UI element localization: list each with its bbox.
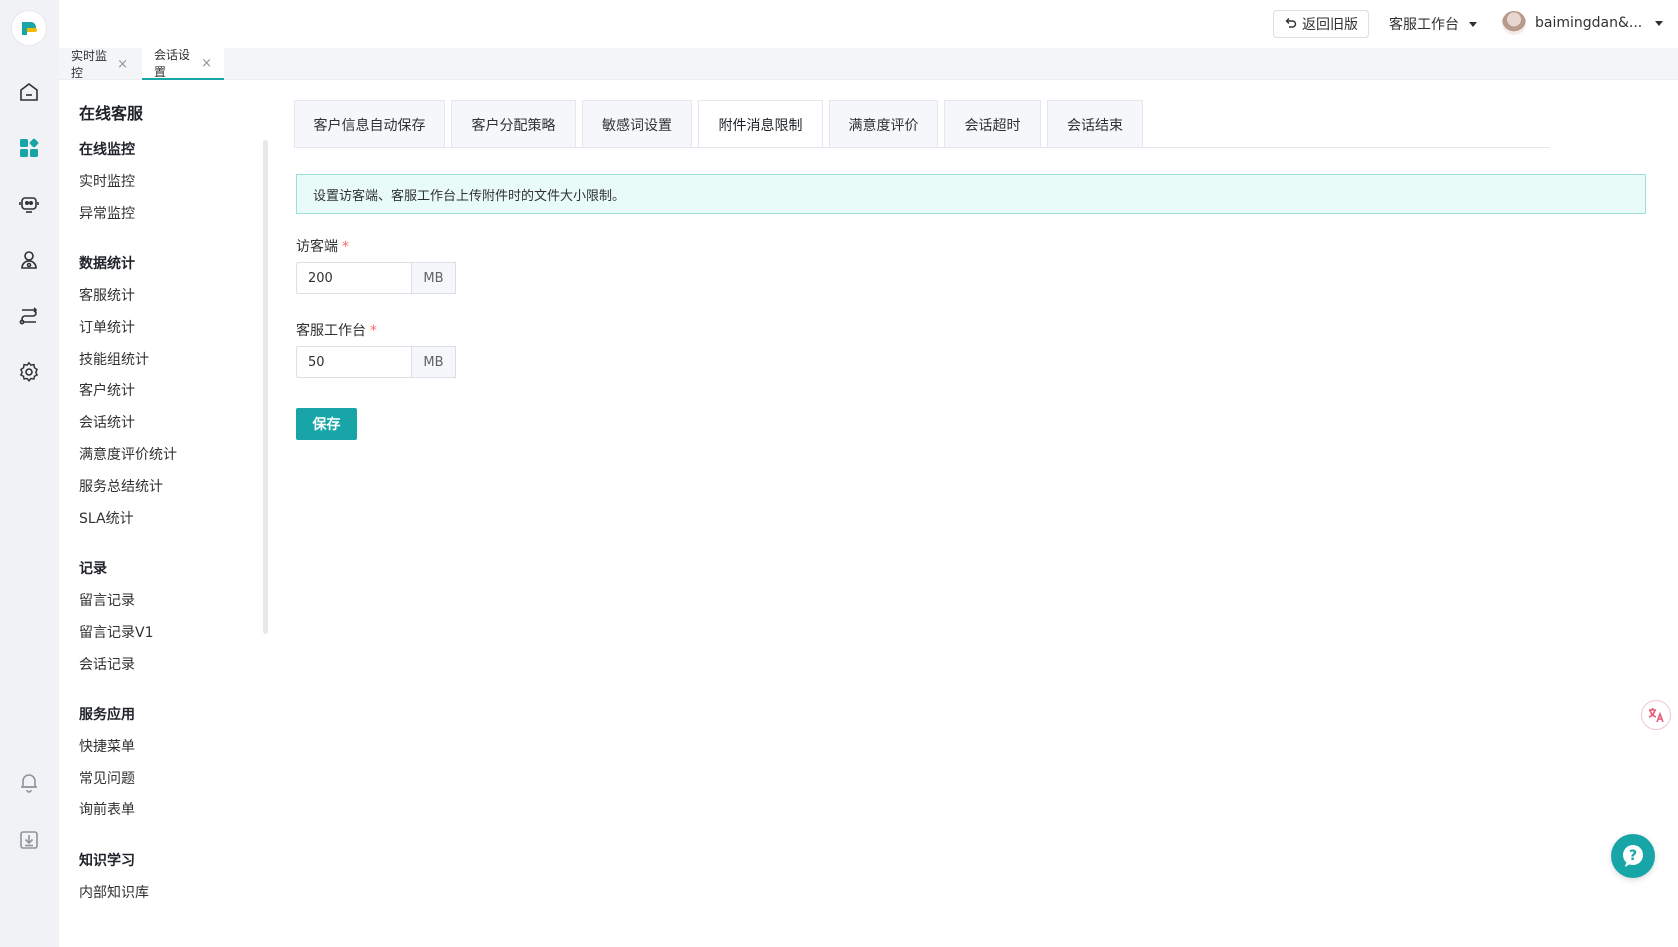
main-panel: 客户信息自动保存 客户分配策略 敏感词设置 附件消息限制 满意度评价 会话超时 … (269, 80, 1678, 947)
page-tab-realtime-monitor[interactable]: 实时监控 × (59, 48, 140, 80)
info-notice: 设置访客端、客服工作台上传附件时的文件大小限制。 (296, 174, 1646, 214)
page-tabs-bar: 实时监控 × 会话设置 × (59, 48, 1678, 80)
user-group-icon[interactable] (17, 248, 41, 272)
user-menu[interactable]: baimingdan&... (1502, 11, 1664, 35)
sidebar-item-pre-chat-form[interactable]: 询前表单 (79, 799, 135, 819)
tab-session-timeout[interactable]: 会话超时 (944, 100, 1041, 148)
sidebar-item-realtime-monitor[interactable]: 实时监控 (79, 171, 135, 191)
chevron-down-icon (1469, 21, 1477, 27)
sidebar-item-exception-monitor[interactable]: 异常监控 (79, 203, 135, 223)
page-tab-label: 实时监控 (71, 49, 108, 80)
tab-attachment-limit[interactable]: 附件消息限制 (698, 100, 823, 148)
agent-workbench-label-text: 客服工作台 (296, 323, 366, 339)
sidebar-item-internal-kb[interactable]: 内部知识库 (79, 882, 149, 902)
sidebar-item-message-records-v1[interactable]: 留言记录V1 (79, 622, 153, 642)
required-mark: * (370, 323, 377, 339)
dashboard-grid-icon[interactable] (17, 136, 41, 160)
left-rail (0, 0, 59, 947)
tabs-divider (296, 147, 1550, 148)
sub-sidebar: 在线客服 在线监控 实时监控 异常监控 数据统计 客服统计 订单统计 技能组统计… (59, 80, 269, 947)
tab-customer-assignment[interactable]: 客户分配策略 (451, 100, 576, 148)
sidebar-item-quick-menu[interactable]: 快捷菜单 (79, 736, 135, 756)
workbench-label: 客服工作台 (1389, 17, 1459, 33)
avatar (1502, 11, 1526, 35)
tab-customer-info-autosave[interactable]: 客户信息自动保存 (294, 100, 445, 148)
visitor-label-text: 访客端 (296, 239, 338, 255)
agent-size-input[interactable] (296, 346, 411, 378)
tab-satisfaction-rating[interactable]: 满意度评价 (829, 100, 938, 148)
back-to-old-version-label: 返回旧版 (1302, 17, 1358, 33)
robot-icon[interactable] (17, 192, 41, 216)
sidebar-title: 在线客服 (79, 104, 144, 123)
sidebar-group-service-apps: 服务应用 (79, 707, 135, 723)
sidebar-group-knowledge: 知识学习 (79, 853, 135, 869)
sidebar-item-satisfaction-stats[interactable]: 满意度评价统计 (79, 444, 177, 464)
help-question-icon[interactable]: ? (1611, 834, 1655, 878)
chevron-down-icon (1655, 20, 1664, 26)
page-tab-session-settings[interactable]: 会话设置 × (142, 48, 224, 80)
sidebar-group-online-monitor: 在线监控 (79, 142, 135, 158)
sidebar-item-skill-group-stats[interactable]: 技能组统计 (79, 349, 149, 369)
svg-text:?: ? (1629, 848, 1637, 864)
sidebar-item-message-records[interactable]: 留言记录 (79, 590, 135, 610)
unit-suffix: MB (411, 262, 456, 294)
info-notice-text: 设置访客端、客服工作台上传附件时的文件大小限制。 (313, 188, 626, 204)
save-button[interactable]: 保存 (296, 408, 357, 440)
visitor-size-field: MB (296, 262, 456, 294)
close-icon[interactable]: × (201, 56, 212, 71)
sidebar-item-session-records[interactable]: 会话记录 (79, 654, 135, 674)
sidebar-scrollbar[interactable] (263, 140, 268, 634)
back-to-old-version-button[interactable]: 返回旧版 (1273, 10, 1369, 38)
visitor-label: 访客端 * (296, 236, 349, 256)
app-logo-icon[interactable] (12, 11, 46, 45)
sidebar-item-agent-stats[interactable]: 客服统计 (79, 285, 135, 305)
page-tab-label: 会话设置 (154, 48, 191, 79)
sidebar-item-faq[interactable]: 常见问题 (79, 768, 135, 788)
sidebar-item-order-stats[interactable]: 订单统计 (79, 317, 135, 337)
sidebar-item-sla-stats[interactable]: SLA统计 (79, 508, 134, 528)
required-mark: * (342, 239, 349, 255)
agent-workbench-label: 客服工作台 * (296, 320, 377, 340)
settings-gear-icon[interactable] (17, 360, 41, 384)
unit-suffix: MB (411, 346, 456, 378)
sidebar-item-customer-stats[interactable]: 客户统计 (79, 380, 135, 400)
visitor-size-input[interactable] (296, 262, 411, 294)
close-icon[interactable]: × (117, 57, 128, 72)
download-box-icon[interactable] (17, 828, 41, 852)
sidebar-group-data-stats: 数据统计 (79, 256, 135, 272)
translate-icon[interactable] (1641, 700, 1671, 730)
top-bar: 返回旧版 客服工作台 baimingdan&... (59, 0, 1678, 48)
undo-icon (1284, 16, 1297, 33)
sidebar-item-service-summary-stats[interactable]: 服务总结统计 (79, 476, 163, 496)
tab-sensitive-words[interactable]: 敏感词设置 (582, 100, 692, 148)
sidebar-item-session-stats[interactable]: 会话统计 (79, 412, 135, 432)
workbench-dropdown[interactable]: 客服工作台 (1389, 14, 1477, 34)
home-icon[interactable] (17, 80, 41, 104)
agent-size-field: MB (296, 346, 456, 378)
bell-icon[interactable] (17, 770, 41, 794)
username: baimingdan&... (1535, 15, 1643, 31)
route-icon[interactable] (17, 304, 41, 328)
tab-session-end[interactable]: 会话结束 (1047, 100, 1143, 148)
sidebar-group-records: 记录 (79, 561, 107, 577)
